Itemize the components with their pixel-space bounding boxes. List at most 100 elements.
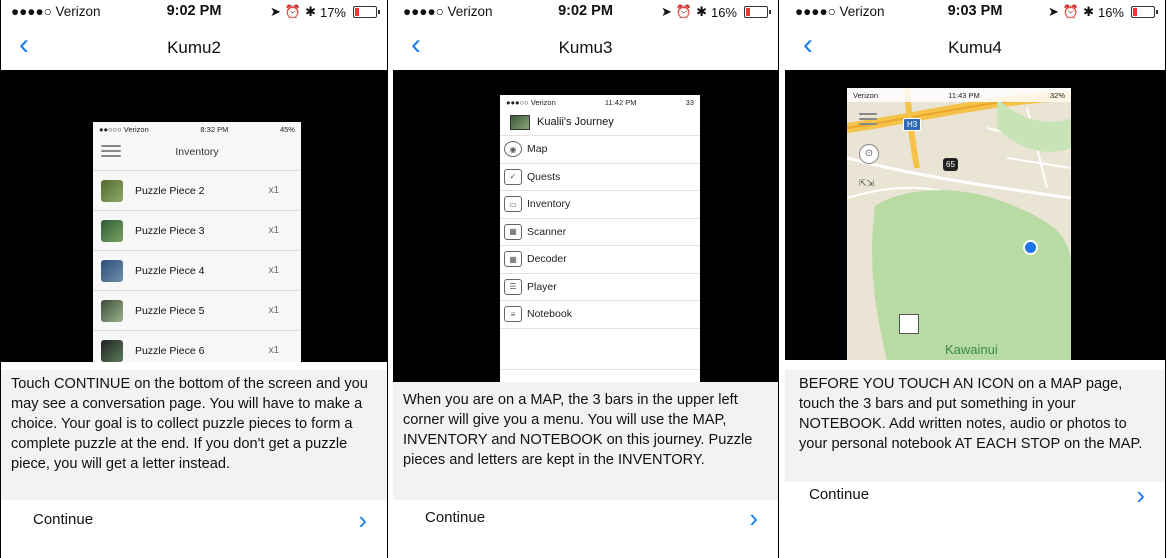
bluetooth-icon: ✱ [305,4,316,19]
continue-row[interactable]: Continue › [785,480,1165,510]
briefcase-icon: ▭ [504,196,522,213]
inner-time: 11:43 PM [948,90,980,100]
interstate-shield: H3 [903,118,922,131]
inner-carrier: ●●○○○ Verizon [99,124,149,134]
item-qty: x1 [268,185,279,196]
instruction-text: When you are on a MAP, the 3 bars in the… [393,382,778,500]
menu-label: Notebook [527,308,572,321]
alarm-icon: ⏰ [675,4,693,19]
continue-row[interactable]: Continue › [393,503,778,533]
qr-code-icon: ▦ [504,251,522,268]
battery-icon [353,6,380,18]
status-right: ➤ ⏰ ✱ 16% [661,4,771,20]
menu-item-decoder: ▦ Decoder [500,246,700,274]
item-qty: x1 [268,265,279,276]
continue-button[interactable]: Continue [809,486,869,503]
status-right: ➤ ⏰ ✱ 16% [1047,4,1158,20]
bluetooth-icon: ✱ [1083,4,1094,19]
next-chevron-icon[interactable]: › [358,505,367,536]
map-place-label: Kawainui [945,342,998,357]
map-marker-icon[interactable] [899,314,919,334]
puzzle-piece-thumbnail [101,299,123,322]
journey-header: Kualii's Journey [500,109,700,136]
globe-icon: ◉ [504,141,522,158]
journey-logo-icon [510,114,530,130]
instruction-text: Touch CONTINUE on the bottom of the scre… [1,370,387,500]
status-bar: ●●●●○ Verizon 9:02 PM ➤ ⏰ ✱ 17% [1,0,387,22]
item-qty: x1 [268,345,279,356]
battery-icon [1131,6,1158,18]
menu-label: Inventory [527,198,571,211]
inner-time: 11:42 PM [604,97,637,107]
menu-label: Decoder [527,253,567,266]
menu-spacer [500,329,700,370]
inner-status-bar: ●●●○○ Verizon 11:42 PM 33 [500,95,700,109]
journey-title: Kualii's Journey [537,116,614,128]
inner-time: 8:32 PM [200,124,229,134]
inner-battery: 45% [279,124,295,134]
status-bar: ●●●●○ Verizon 9:02 PM ➤ ⏰ ✱ 16% [393,0,778,22]
item-name: Puzzle Piece 4 [135,264,205,277]
map-screenshot: Verizon 11:43 PM 32% ⊙ ⇱⇲ H3 65 Kawainui [847,88,1071,360]
route-shield: 65 [943,158,958,171]
inventory-screenshot: ●●○○○ Verizon 8:32 PM 45% Inventory Puzz… [93,122,301,362]
puzzle-piece-thumbnail [101,339,123,362]
menu-item-player: ☰ Player [500,274,700,301]
item-name: Puzzle Piece 5 [135,304,205,317]
next-chevron-icon[interactable]: › [1136,480,1145,511]
hamburger-menu-icon [859,110,877,128]
map-canvas [847,88,1071,360]
continue-row[interactable]: Continue › [1,505,387,535]
locate-icon: ⊙ [859,144,879,164]
inventory-row: Puzzle Piece 5 x1 [93,291,301,331]
instruction-text: BEFORE YOU TOUCH AN ICON on a MAP page, … [785,370,1165,482]
battery-percent: 16% [1097,4,1124,20]
item-name: Puzzle Piece 6 [135,344,205,357]
instruction-image: Verizon 11:43 PM 32% ⊙ ⇱⇲ H3 65 Kawainui [785,70,1165,360]
alarm-icon: ⏰ [1062,4,1080,19]
notebook-icon: ≡ [504,306,522,323]
inner-status-bar: ●●○○○ Verizon 8:32 PM 45% [93,122,301,136]
inner-status-bar: Verizon 11:43 PM 32% [847,88,1071,102]
page-title: Kumu2 [167,38,221,57]
player-card-icon: ☰ [504,278,522,295]
menu-screenshot: ●●●○○ Verizon 11:42 PM 33 Kualii's Journ… [500,95,700,382]
page-title: Kumu3 [558,38,613,57]
next-chevron-icon[interactable]: › [749,503,758,534]
location-icon: ➤ [269,4,281,19]
menu-item-map: ◉ Map [500,136,700,164]
inner-carrier: ●●●○○ Verizon [506,97,556,107]
inventory-row: Puzzle Piece 3 x1 [93,211,301,251]
nav-bar: ‹ Kumu2 [1,24,387,71]
inner-carrier: Verizon [853,90,879,100]
current-location-dot [1023,240,1038,255]
inventory-row: Puzzle Piece 6 x1 [93,331,301,362]
inventory-row: Puzzle Piece 2 x1 [93,171,301,211]
menu-label: Scanner [527,225,567,238]
continue-button[interactable]: Continue [33,511,93,528]
alarm-icon: ⏰ [284,4,302,19]
menu-item-inventory: ▭ Inventory [500,191,700,219]
puzzle-piece-thumbnail [101,219,123,242]
inner-battery: 33 [685,97,694,107]
nav-bar: ‹ Kumu4 [785,24,1165,71]
continue-button[interactable]: Continue [425,509,485,526]
menu-item-quests: ✓ Quests [500,164,700,191]
status-right: ➤ ⏰ ✱ 17% [269,4,380,20]
menu-item-scanner: ▦ Scanner [500,219,700,246]
inventory-title: Inventory [175,146,219,158]
item-name: Puzzle Piece 2 [135,184,205,197]
nav-bar: ‹ Kumu3 [393,24,778,71]
battery-percent: 16% [710,4,737,20]
puzzle-piece-thumbnail [101,179,123,202]
qr-code-icon: ▦ [504,223,522,240]
screenshot-panel-kumu2: ●●●●○ Verizon 9:02 PM ➤ ⏰ ✱ 17% ‹ Kumu2 … [0,0,388,558]
location-icon: ➤ [1047,4,1059,19]
bluetooth-icon: ✱ [696,4,707,19]
expand-icon: ⇱⇲ [859,178,875,188]
inner-battery: 32% [1049,90,1065,100]
puzzle-piece-thumbnail [101,259,123,282]
item-name: Puzzle Piece 3 [135,224,205,237]
battery-icon [744,6,771,18]
menu-item-notebook: ≡ Notebook [500,301,700,329]
